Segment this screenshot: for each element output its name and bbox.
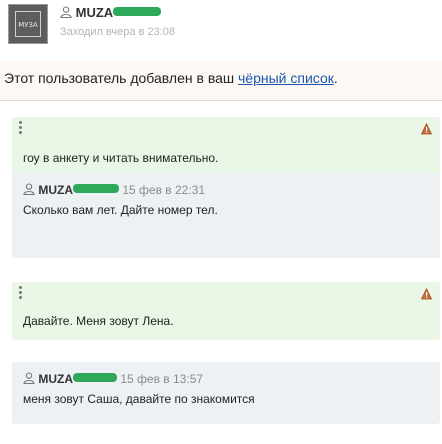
profile-header: МУЗА MUZA Заходил вчера в 23:08 bbox=[0, 0, 442, 58]
more-options-icon[interactable] bbox=[19, 121, 23, 135]
message-text: меня зовут Саша, давайте по знакомится bbox=[23, 392, 255, 406]
message-meta: MUZA 15 фев в 22:31 bbox=[23, 183, 205, 197]
profile-username[interactable]: MUZA bbox=[60, 5, 162, 20]
username-text: MUZA bbox=[75, 5, 114, 20]
message-incoming: MUZA 15 фев в 13:57 меня зовут Саша, дав… bbox=[12, 362, 440, 424]
message-date: 15 фев в 13:57 bbox=[120, 372, 204, 386]
user-icon bbox=[60, 6, 72, 18]
warning-icon[interactable] bbox=[421, 288, 432, 300]
message-text: Давайте. Меня зовут Лена. bbox=[23, 314, 174, 328]
username-redaction bbox=[113, 7, 162, 16]
message-date: 15 фев в 22:31 bbox=[122, 183, 206, 197]
message-text: Сколько вам лет. Дайте номер тел. bbox=[23, 203, 218, 217]
avatar-label: МУЗА bbox=[15, 11, 41, 37]
message-author[interactable]: MUZA bbox=[38, 372, 73, 386]
more-options-icon[interactable] bbox=[19, 286, 23, 300]
message-text: гоу в анкету и читать внимательно. bbox=[23, 151, 219, 165]
message-outgoing: гоу в анкету и читать внимательно. bbox=[12, 117, 440, 175]
avatar[interactable]: МУЗА bbox=[8, 4, 48, 44]
message-meta: MUZA 15 фев в 13:57 bbox=[23, 372, 203, 386]
last-seen-status: Заходил вчера в 23:08 bbox=[60, 26, 175, 38]
user-icon bbox=[23, 372, 35, 384]
warning-icon[interactable] bbox=[421, 123, 432, 135]
user-icon bbox=[23, 183, 35, 195]
message-incoming: MUZA 15 фев в 22:31 Сколько вам лет. Дай… bbox=[12, 173, 440, 258]
blacklist-link[interactable]: чёрный список bbox=[238, 70, 334, 86]
message-author[interactable]: MUZA bbox=[38, 183, 73, 197]
author-redaction bbox=[73, 184, 120, 193]
author-redaction bbox=[73, 373, 118, 382]
notice-text: Этот пользователь добавлен в ваш bbox=[4, 70, 239, 86]
notice-suffix: . bbox=[333, 70, 338, 86]
message-outgoing: Давайте. Меня зовут Лена. bbox=[12, 282, 440, 340]
blacklist-notice: Этот пользователь добавлен в ваш чёрный … bbox=[0, 61, 442, 101]
